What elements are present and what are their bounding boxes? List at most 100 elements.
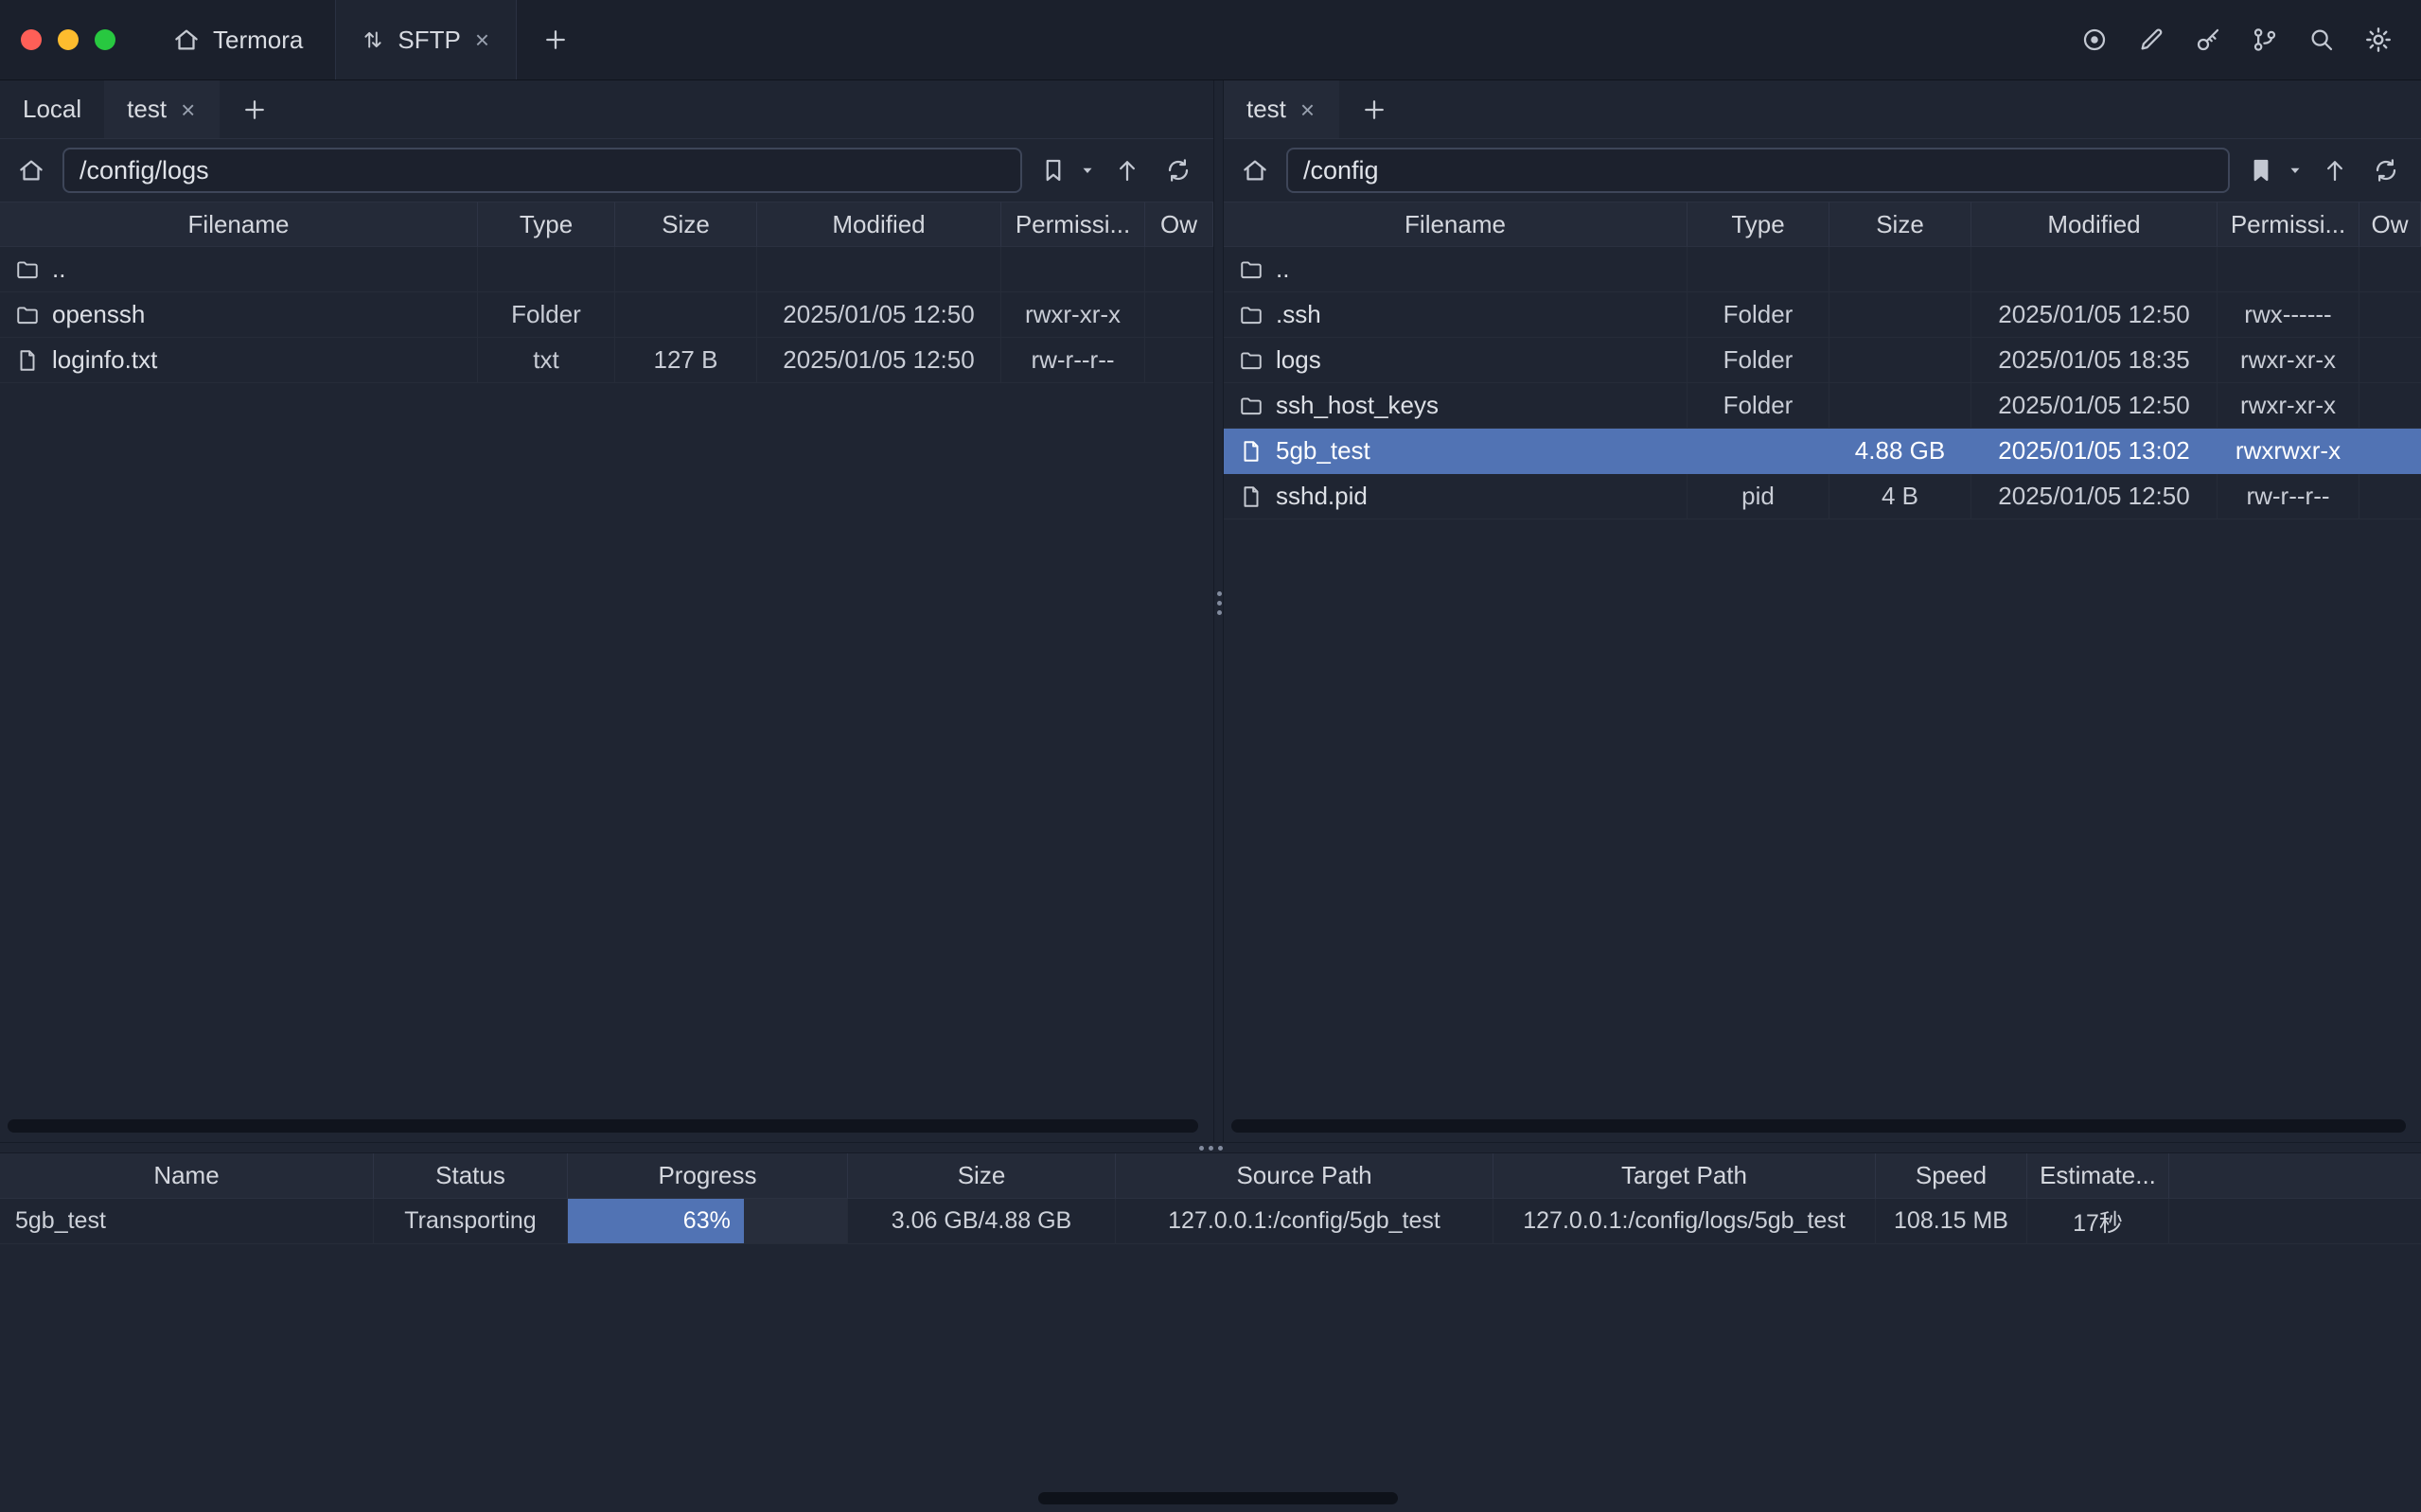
right-refresh-icon[interactable] [2366,150,2406,190]
transfer-col-estimate[interactable]: Estimate... [2027,1153,2169,1199]
file-owner [2359,429,2421,474]
file-owner [1145,338,1213,383]
minimize-window-button[interactable] [58,29,79,50]
file-type: Folder [1688,383,1829,429]
transfer-size: 3.06 GB/4.88 GB [848,1199,1116,1244]
file-permissions: rw-r--r-- [1001,338,1145,383]
file-name: ssh_host_keys [1276,391,1439,420]
key-icon[interactable] [2190,22,2226,58]
transfer-arrows-icon [361,27,385,52]
transfer-col-progress[interactable]: Progress [568,1153,848,1199]
transfer-col-name[interactable]: Name [0,1153,374,1199]
transfer-row-filler [2169,1199,2421,1244]
settings-icon[interactable] [2360,22,2396,58]
file-size [615,247,757,292]
right-col-permissions[interactable]: Permissi... [2218,202,2359,247]
tab-sftp[interactable]: SFTP × [335,0,517,79]
left-col-modified[interactable]: Modified [757,202,1001,247]
right-col-owner[interactable]: Ow [2359,202,2421,247]
folder-icon [1239,303,1264,327]
file-size: 4.88 GB [1829,429,1971,474]
right-col-filename[interactable]: Filename [1224,202,1688,247]
file-permissions: rwxr-xr-x [1001,292,1145,338]
file-name: .. [1276,255,1289,284]
right-up-directory-icon[interactable] [2315,150,2355,190]
file-type: Folder [1688,292,1829,338]
left-home-icon[interactable] [11,150,51,190]
zoom-window-button[interactable] [95,29,115,50]
left-col-permissions[interactable]: Permissi... [1001,202,1145,247]
transfer-source-path: 127.0.0.1:/config/5gb_test [1116,1199,1493,1244]
remote-pane: test × [1224,80,2421,1142]
file-modified: 2025/01/05 13:02 [1971,429,2218,474]
file-type [1688,247,1829,292]
progress-fill: 63% [568,1199,744,1243]
tab-left-session-label: test [127,95,167,124]
transfer-col-source[interactable]: Source Path [1116,1153,1493,1199]
transfer-col-size[interactable]: Size [848,1153,1116,1199]
file-modified [1971,247,2218,292]
tab-left-session-close-icon[interactable]: × [179,96,197,124]
tab-left-session[interactable]: test × [104,80,220,138]
left-col-type[interactable]: Type [478,202,615,247]
transfer-col-filler [2169,1153,2421,1199]
left-refresh-icon[interactable] [1158,150,1198,190]
folder-icon [1239,257,1264,282]
file-name: loginfo.txt [52,345,157,375]
file-type: pid [1688,474,1829,519]
bottom-horizontal-scrollbar[interactable] [1038,1492,1398,1504]
transfer-col-status[interactable]: Status [374,1153,568,1199]
file-modified: 2025/01/05 12:50 [1971,383,2218,429]
file-modified: 2025/01/05 18:35 [1971,338,2218,383]
left-col-owner[interactable]: Ow [1145,202,1213,247]
file-permissions [1001,247,1145,292]
transfer-speed: 108.15 MB [1876,1199,2027,1244]
right-col-type[interactable]: Type [1688,202,1829,247]
left-path-input[interactable] [62,148,1022,193]
edit-icon[interactable] [2133,22,2169,58]
file-type: Folder [478,292,615,338]
left-bookmark-icon[interactable] [1034,150,1073,190]
tab-local[interactable]: Local [0,80,104,138]
tab-right-session-close-icon[interactable]: × [1299,96,1317,124]
close-window-button[interactable] [21,29,42,50]
left-bookmark-dropdown-icon[interactable] [1079,162,1096,179]
folder-icon [15,257,40,282]
titlebar-toolbar [2076,0,2421,79]
search-icon[interactable] [2304,22,2340,58]
right-home-icon[interactable] [1235,150,1275,190]
file-name-cell: .. [1224,247,1688,292]
file-name: logs [1276,345,1321,375]
tab-local-label: Local [23,95,81,124]
file-icon [1239,439,1264,464]
right-bookmark-dropdown-icon[interactable] [2287,162,2304,179]
transfer-splitter[interactable] [0,1142,2421,1153]
transfer-col-target[interactable]: Target Path [1493,1153,1876,1199]
left-up-directory-icon[interactable] [1107,150,1147,190]
right-path-input[interactable] [1286,148,2230,193]
right-col-modified[interactable]: Modified [1971,202,2218,247]
right-bookmark-icon[interactable] [2241,150,2281,190]
right-col-size[interactable]: Size [1829,202,1971,247]
record-icon[interactable] [2076,22,2112,58]
transfer-col-speed[interactable]: Speed [1876,1153,2027,1199]
left-col-filename[interactable]: Filename [0,202,478,247]
branch-icon[interactable] [2247,22,2283,58]
tab-right-session[interactable]: test × [1224,80,1339,138]
left-horizontal-scrollbar[interactable] [8,1119,1198,1133]
app-home-tab[interactable]: Termora [140,0,335,79]
right-pane-tabs: test × [1224,80,2421,139]
left-new-session-tab-button[interactable] [220,80,290,138]
file-owner [2359,474,2421,519]
right-new-session-tab-button[interactable] [1339,80,1409,138]
left-col-size[interactable]: Size [615,202,757,247]
tab-sftp-close-icon[interactable]: × [473,26,491,54]
tab-right-session-label: test [1246,95,1286,124]
new-tab-button[interactable] [517,0,594,79]
folder-icon [1239,348,1264,373]
left-pane-tabs: Local test × [0,80,1213,139]
right-horizontal-scrollbar[interactable] [1231,1119,2406,1133]
file-icon [15,348,40,373]
right-path-bar [1224,139,2421,202]
pane-splitter[interactable] [1213,80,1224,1142]
